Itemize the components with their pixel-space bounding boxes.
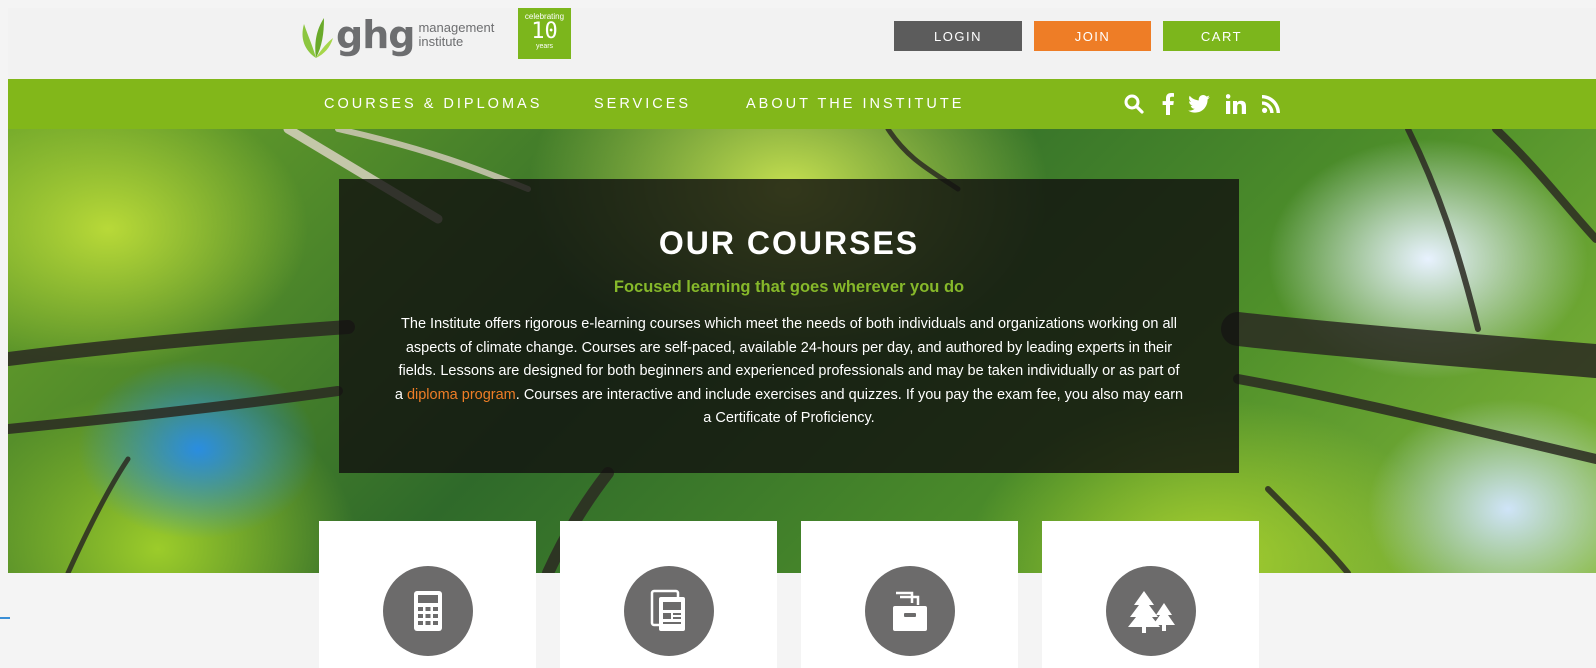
logo-wordmark: ghg <box>336 13 415 57</box>
intro-paragraph: The Institute offers rigorous e-learning… <box>394 313 1184 431</box>
facebook-icon[interactable] <box>1157 93 1179 115</box>
file-cabinet-icon <box>865 566 955 656</box>
category-card-forestry[interactable] <box>1042 521 1259 668</box>
main-nav: COURSES & DIPLOMAS SERVICES ABOUT THE IN… <box>8 79 1596 129</box>
logo-subtitle-line-1: management <box>418 20 495 35</box>
pine-trees-icon <box>1106 566 1196 656</box>
anniversary-badge: celebrating 10 years <box>518 8 571 59</box>
calculator-icon <box>383 566 473 656</box>
badge-number: 10 <box>531 19 558 44</box>
report-document-icon <box>624 566 714 656</box>
cart-button[interactable]: CART <box>1163 21 1280 51</box>
page-subtitle: Focused learning that goes wherever you … <box>613 278 965 296</box>
nav-item-about-institute[interactable]: ABOUT THE INSTITUTE <box>746 79 964 129</box>
leaf-logo-icon <box>302 18 333 58</box>
category-card-archives[interactable] <box>801 521 1018 668</box>
top-bar: ghg management institute celebrating 10 … <box>8 8 1596 79</box>
courses-intro-panel: OUR COURSES Focused learning that goes w… <box>339 179 1239 473</box>
search-icon[interactable] <box>1123 93 1145 115</box>
site-logo[interactable]: ghg management institute <box>298 8 494 68</box>
category-card-reports[interactable] <box>560 521 777 668</box>
diploma-program-link[interactable]: diploma program <box>407 387 516 403</box>
page-title: OUR COURSES <box>658 225 920 261</box>
badge-bottom-text: years <box>535 43 554 50</box>
page: ghg management institute celebrating 10 … <box>8 8 1596 668</box>
login-button[interactable]: LOGIN <box>894 21 1022 51</box>
join-button[interactable]: JOIN <box>1034 21 1151 51</box>
nav-item-services[interactable]: SERVICES <box>594 79 691 129</box>
nav-item-courses-diplomas[interactable]: COURSES & DIPLOMAS <box>324 79 542 129</box>
category-card-calculator[interactable] <box>319 521 536 668</box>
rss-icon[interactable] <box>1260 93 1282 115</box>
twitter-icon[interactable] <box>1188 93 1210 115</box>
linkedin-icon[interactable] <box>1225 93 1247 115</box>
hero-banner: OUR COURSES Focused learning that goes w… <box>8 129 1596 573</box>
logo-subtitle: management institute <box>418 21 494 49</box>
intro-text-part-2: . Courses are interactive and include ex… <box>515 386 1184 427</box>
logo-subtitle-line-2: institute <box>418 34 464 49</box>
edge-indicator-line <box>0 617 10 619</box>
